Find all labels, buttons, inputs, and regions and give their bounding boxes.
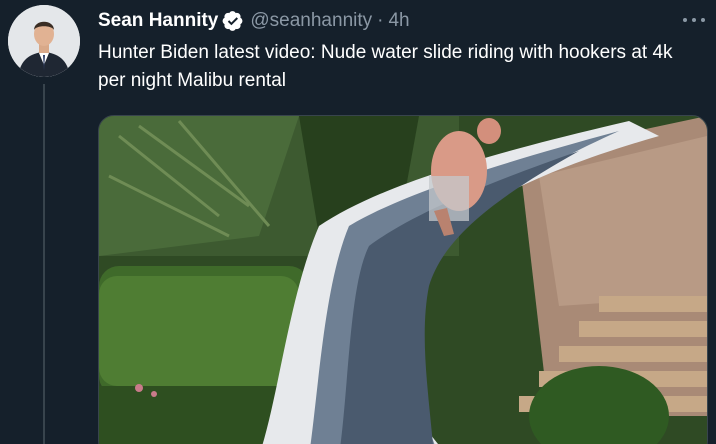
timestamp[interactable]: 4h — [388, 10, 409, 32]
more-options-icon[interactable] — [680, 8, 708, 32]
avatar-image — [8, 5, 80, 77]
separator-dot: · — [377, 10, 384, 31]
handle[interactable]: @seanhannity — [250, 10, 372, 32]
tweet[interactable]: Sean Hannity @seanhannity · 4h Hunter Bi… — [0, 0, 716, 444]
display-name[interactable]: Sean Hannity — [98, 10, 218, 32]
tweet-media[interactable] — [98, 115, 708, 444]
tweet-text: Hunter Biden latest video: Nude water sl… — [98, 42, 673, 91]
tweet-header: Sean Hannity @seanhannity · 4h — [98, 8, 410, 34]
thread-line — [43, 84, 45, 444]
avatar[interactable] — [8, 5, 80, 77]
verified-badge-icon — [222, 10, 244, 32]
media-image — [99, 116, 707, 444]
